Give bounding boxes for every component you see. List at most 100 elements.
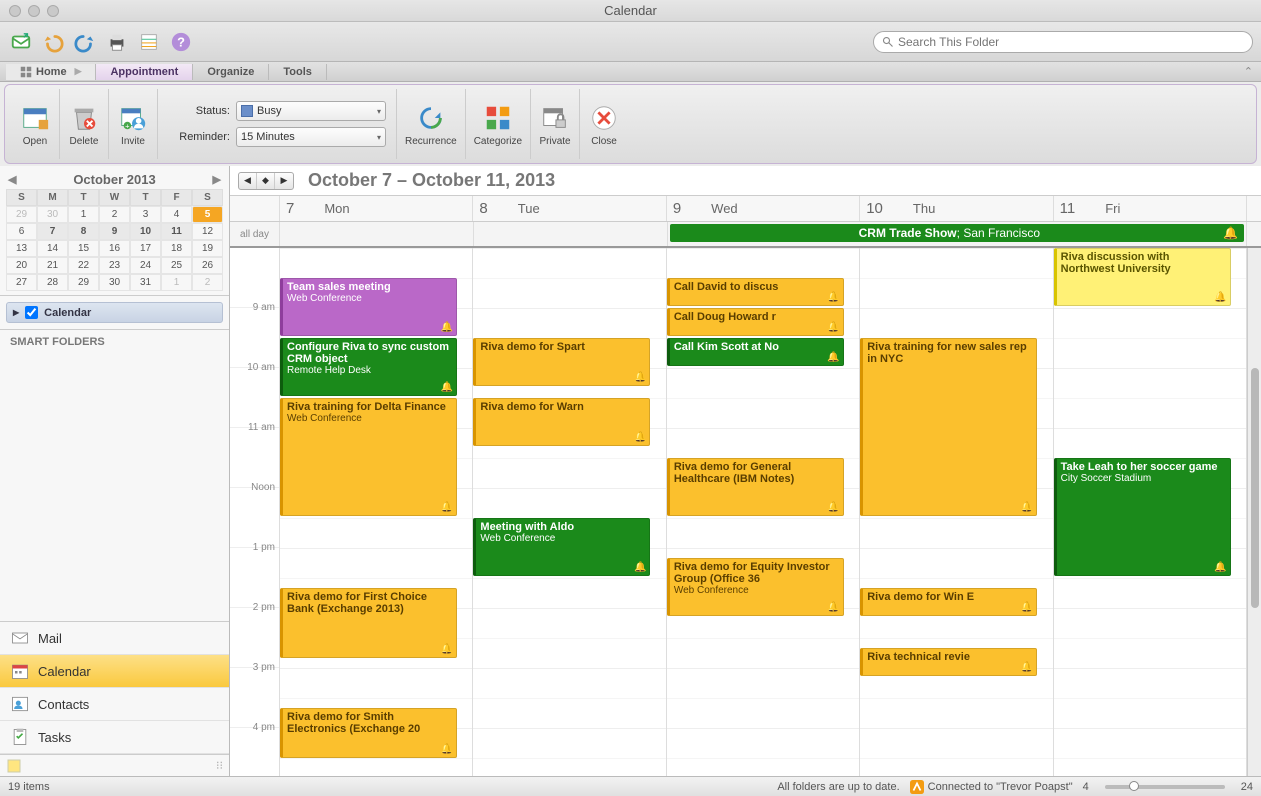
- help-icon[interactable]: ?: [168, 29, 194, 55]
- mini-day[interactable]: 3: [130, 206, 161, 223]
- mini-day[interactable]: 18: [161, 240, 192, 257]
- daycol-tue[interactable]: Riva demo for Spart🔔 Riva demo for Warn🔔 M…: [473, 248, 666, 776]
- categorize-button[interactable]: Categorize: [466, 89, 531, 159]
- daycol-wed[interactable]: Call David to discus🔔Call Doug Howard r🔔…: [667, 248, 860, 776]
- notes-icon[interactable]: [6, 758, 22, 774]
- mini-day[interactable]: 1: [68, 206, 99, 223]
- mini-day[interactable]: 29: [6, 206, 37, 223]
- calendar-event[interactable]: Riva training for new sales rep in NYC🔔: [860, 338, 1037, 516]
- mini-day[interactable]: 23: [99, 257, 130, 274]
- calendar-event[interactable]: Riva demo for General Healthcare (IBM No…: [667, 458, 844, 516]
- day-head-thu[interactable]: 10Thu: [860, 196, 1053, 221]
- calendar-event[interactable]: Riva demo for Smith Electronics (Exchang…: [280, 708, 457, 758]
- invite-button[interactable]: + Invite: [109, 89, 158, 159]
- allday-event[interactable]: CRM Trade Show; San Francisco 🔔: [670, 224, 1244, 242]
- mini-day[interactable]: 17: [130, 240, 161, 257]
- nav-tasks[interactable]: Tasks: [0, 721, 229, 754]
- mini-day[interactable]: 13: [6, 240, 37, 257]
- mini-day[interactable]: 22: [68, 257, 99, 274]
- prev-month-button[interactable]: ◀: [8, 173, 16, 186]
- reminder-combo[interactable]: 15 Minutes▾: [236, 127, 386, 147]
- nav-mail[interactable]: Mail: [0, 622, 229, 655]
- daycol-thu[interactable]: Riva training for new sales rep in NYC🔔 R…: [860, 248, 1053, 776]
- mini-day[interactable]: 20: [6, 257, 37, 274]
- day-head-tue[interactable]: 8Tue: [473, 196, 666, 221]
- daycol-fri[interactable]: Riva discussion with Northwest Universit…: [1054, 248, 1247, 776]
- mini-day[interactable]: 6: [6, 223, 37, 240]
- calendar-event[interactable]: Call David to discus🔔: [667, 278, 844, 306]
- day-head-wed[interactable]: 9Wed: [667, 196, 860, 221]
- calendar-event[interactable]: Riva demo for Win E🔔: [860, 588, 1037, 616]
- mini-day[interactable]: 11: [161, 223, 192, 240]
- mini-day[interactable]: 31: [130, 274, 161, 291]
- today-button[interactable]: ◆: [257, 173, 275, 189]
- mini-day[interactable]: 28: [37, 274, 68, 291]
- mydaytools-icon[interactable]: [136, 29, 162, 55]
- calendar-event[interactable]: Riva demo for Warn🔔: [473, 398, 650, 446]
- mini-day[interactable]: 7: [37, 223, 68, 240]
- calendar-event[interactable]: Riva technical revie🔔: [860, 648, 1037, 676]
- mini-day[interactable]: 24: [130, 257, 161, 274]
- tab-organize[interactable]: Organize: [193, 64, 269, 80]
- undo-icon[interactable]: [40, 29, 66, 55]
- mini-day[interactable]: 21: [37, 257, 68, 274]
- ribbon-collapse-icon[interactable]: ⌃: [1236, 65, 1261, 78]
- mini-day[interactable]: 1: [161, 274, 192, 291]
- calendar-event[interactable]: Riva demo for First Choice Bank (Exchang…: [280, 588, 457, 658]
- mini-day[interactable]: 5: [192, 206, 223, 223]
- redo-icon[interactable]: [72, 29, 98, 55]
- daycol-mon[interactable]: Team sales meetingWeb Conference🔔Configu…: [280, 248, 473, 776]
- next-month-button[interactable]: ▶: [213, 173, 221, 186]
- mini-day[interactable]: 27: [6, 274, 37, 291]
- send-receive-icon[interactable]: [8, 29, 34, 55]
- tab-home[interactable]: Home ▶: [6, 64, 96, 80]
- search-input[interactable]: [898, 35, 1244, 49]
- nav-calendar[interactable]: Calendar: [0, 655, 229, 688]
- mini-day[interactable]: 2: [192, 274, 223, 291]
- print-icon[interactable]: [104, 29, 130, 55]
- mini-day[interactable]: 14: [37, 240, 68, 257]
- mini-day[interactable]: 19: [192, 240, 223, 257]
- open-button[interactable]: Open: [11, 89, 60, 159]
- mini-day[interactable]: 29: [68, 274, 99, 291]
- calendar-event[interactable]: Call Kim Scott at No🔔: [667, 338, 844, 366]
- calendar-event[interactable]: Team sales meetingWeb Conference🔔: [280, 278, 457, 336]
- calendar-event[interactable]: Riva discussion with Northwest Universit…: [1054, 248, 1231, 306]
- calendar-event[interactable]: Riva demo for Spart🔔: [473, 338, 650, 386]
- private-button[interactable]: Private: [531, 89, 580, 159]
- mini-day[interactable]: 30: [99, 274, 130, 291]
- next-range-button[interactable]: ▶: [275, 173, 293, 189]
- mini-day[interactable]: 2: [99, 206, 130, 223]
- mini-day[interactable]: 8: [68, 223, 99, 240]
- search-box[interactable]: [873, 31, 1253, 53]
- mini-day[interactable]: 25: [161, 257, 192, 274]
- zoom-slider[interactable]: [1105, 785, 1225, 789]
- mini-day[interactable]: 9: [99, 223, 130, 240]
- prev-range-button[interactable]: ◀: [239, 173, 257, 189]
- calendar-event[interactable]: Configure Riva to sync custom CRM object…: [280, 338, 457, 396]
- calendar-event[interactable]: Meeting with AldoWeb Conference🔔: [473, 518, 650, 576]
- recurrence-button[interactable]: Recurrence: [397, 89, 466, 159]
- scroll-thumb[interactable]: [1251, 368, 1259, 608]
- mini-day[interactable]: 15: [68, 240, 99, 257]
- tab-appointment[interactable]: Appointment: [96, 64, 193, 80]
- delete-button[interactable]: Delete: [60, 89, 109, 159]
- calendar-event[interactable]: Take Leah to her soccer gameCity Soccer …: [1054, 458, 1231, 576]
- mini-day[interactable]: 26: [192, 257, 223, 274]
- calendar-event[interactable]: Riva training for Delta FinanceWeb Confe…: [280, 398, 457, 516]
- mini-day[interactable]: 10: [130, 223, 161, 240]
- day-head-fri[interactable]: 11Fri: [1054, 196, 1247, 221]
- mini-day[interactable]: 4: [161, 206, 192, 223]
- mini-day[interactable]: 12: [192, 223, 223, 240]
- mini-day[interactable]: 30: [37, 206, 68, 223]
- zoom-knob[interactable]: [1129, 781, 1139, 791]
- calendar-event[interactable]: Riva demo for Equity Investor Group (Off…: [667, 558, 844, 616]
- vertical-scrollbar[interactable]: [1247, 248, 1261, 776]
- tab-tools[interactable]: Tools: [269, 64, 327, 80]
- day-head-mon[interactable]: 7Mon: [280, 196, 473, 221]
- calendar-event[interactable]: Call Doug Howard r🔔: [667, 308, 844, 336]
- close-button[interactable]: Close: [580, 89, 628, 159]
- calendar-checkbox[interactable]: [25, 306, 38, 319]
- nav-contacts[interactable]: Contacts: [0, 688, 229, 721]
- status-combo[interactable]: Busy▾: [236, 101, 386, 121]
